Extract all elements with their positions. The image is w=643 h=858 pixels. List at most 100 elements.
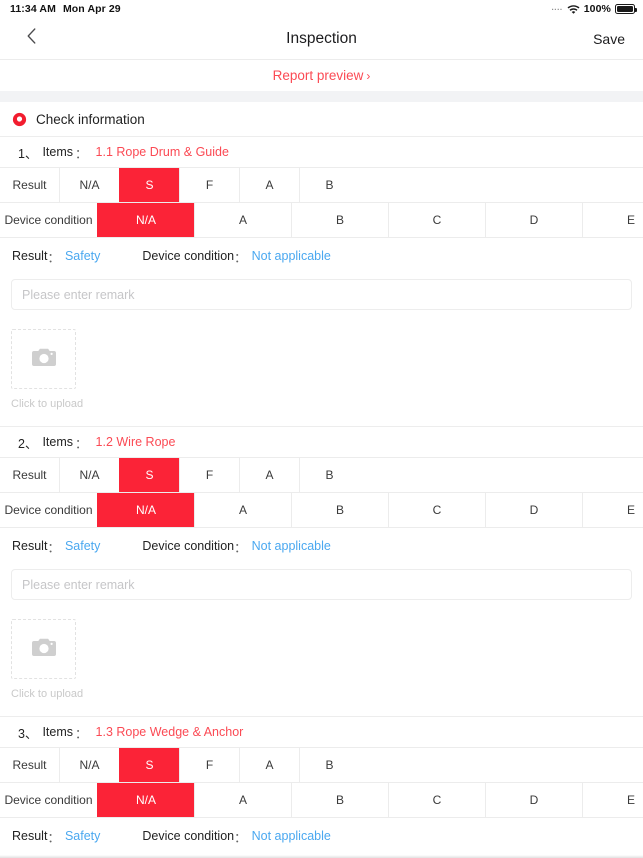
- upload-button[interactable]: [11, 329, 76, 389]
- upload-container: Click to upload: [0, 600, 643, 700]
- summary-colon-2: ：: [234, 540, 247, 555]
- device-option-b[interactable]: B: [291, 203, 388, 237]
- result-option-na[interactable]: N/A: [59, 748, 119, 782]
- device-option-c[interactable]: C: [388, 493, 485, 527]
- device-option-na[interactable]: N/A: [97, 783, 194, 817]
- summary-colon-2: ：: [234, 830, 247, 845]
- result-option-b[interactable]: B: [299, 748, 359, 782]
- device-option-d[interactable]: D: [485, 203, 582, 237]
- item-header: 3、 Items ： 1.3 Rope Wedge & Anchor: [0, 717, 643, 747]
- device-option-e[interactable]: E: [582, 493, 643, 527]
- item-bottom-spacer: [0, 410, 643, 426]
- item-name: 1.3 Rope Wedge & Anchor: [95, 725, 244, 739]
- summary-result-value: Safety: [64, 249, 101, 263]
- item-colon: ：: [75, 146, 88, 161]
- result-option-s[interactable]: S: [119, 748, 179, 782]
- chevron-right-icon: ›: [366, 69, 371, 83]
- result-option-b[interactable]: B: [299, 168, 359, 202]
- item-items-label: Items: [42, 725, 74, 739]
- report-preview-link[interactable]: Report preview ›: [273, 68, 371, 83]
- result-option-row: Result N/A S F A B: [0, 457, 643, 493]
- item-items-label: Items: [42, 145, 74, 159]
- result-option-b[interactable]: B: [299, 458, 359, 492]
- device-option-c[interactable]: C: [388, 783, 485, 817]
- summary-colon-1: ：: [47, 830, 60, 845]
- summary-device-label: Device condition: [142, 829, 235, 843]
- remark-container: Please enter remark: [0, 564, 643, 600]
- summary-device-value: Not applicable: [251, 539, 331, 553]
- summary-device-value: Not applicable: [251, 829, 331, 843]
- device-option-a[interactable]: A: [194, 203, 291, 237]
- summary-result-value: Safety: [64, 829, 101, 843]
- item-number: 2、: [18, 436, 38, 451]
- back-button[interactable]: [18, 26, 44, 52]
- item-name: 1.1 Rope Drum & Guide: [95, 145, 229, 159]
- summary-colon-1: ：: [47, 540, 60, 555]
- upload-button[interactable]: [11, 619, 76, 679]
- result-option-a[interactable]: A: [239, 168, 299, 202]
- result-option-s[interactable]: S: [119, 168, 179, 202]
- summary-result-label: Result: [12, 539, 48, 553]
- result-option-f[interactable]: F: [179, 458, 239, 492]
- result-option-na[interactable]: N/A: [59, 168, 119, 202]
- device-option-b[interactable]: B: [291, 493, 388, 527]
- device-condition-option-row: Device condition N/A A B C D E: [0, 203, 643, 238]
- chevron-left-icon: [27, 28, 36, 49]
- device-option-a[interactable]: A: [194, 783, 291, 817]
- item-bottom-spacer: [0, 700, 643, 716]
- item-colon: ：: [75, 726, 88, 741]
- check-information-header: Check information: [0, 102, 643, 136]
- result-option-na[interactable]: N/A: [59, 458, 119, 492]
- result-option-f[interactable]: F: [179, 748, 239, 782]
- summary-colon-2: ：: [234, 250, 247, 265]
- section-divider-band: [0, 91, 643, 102]
- item-summary: Result： Safety Device condition： Not appli…: [0, 238, 643, 274]
- upload-caption: Click to upload: [11, 688, 84, 700]
- result-option-s[interactable]: S: [119, 458, 179, 492]
- status-date: Mon Apr 29: [62, 3, 121, 15]
- result-row-label: Result: [0, 458, 59, 492]
- check-information-icon: [12, 112, 27, 127]
- result-row-label: Result: [0, 748, 59, 782]
- camera-icon: [31, 346, 57, 373]
- device-option-e[interactable]: E: [582, 783, 643, 817]
- inspection-item-2: 2、 Items ： 1.2 Wire Rope Result N/A S F …: [0, 426, 643, 716]
- navigation-bar: Inspection Save: [0, 18, 643, 60]
- result-option-a[interactable]: A: [239, 748, 299, 782]
- device-option-na[interactable]: N/A: [97, 493, 194, 527]
- device-option-na[interactable]: N/A: [97, 203, 194, 237]
- remark-input[interactable]: Please enter remark: [11, 279, 632, 310]
- remark-input[interactable]: Please enter remark: [11, 569, 632, 600]
- device-option-d[interactable]: D: [485, 493, 582, 527]
- device-option-b[interactable]: B: [291, 783, 388, 817]
- summary-colon-1: ：: [47, 250, 60, 265]
- item-summary: Result： Safety Device condition： Not appli…: [0, 818, 643, 854]
- device-option-c[interactable]: C: [388, 203, 485, 237]
- summary-device-value: Not applicable: [251, 249, 331, 263]
- save-button[interactable]: Save: [593, 31, 625, 47]
- check-information-title: Check information: [36, 111, 145, 127]
- inspection-scroll-area[interactable]: Check information 1、 Items ： 1.1 Rope Dr…: [0, 102, 643, 858]
- summary-result-label: Result: [12, 249, 48, 263]
- status-bar: 11:34 AM Mon Apr 29 .... 100%: [0, 0, 643, 18]
- remark-container: Please enter remark: [0, 274, 643, 310]
- item-header: 1、 Items ： 1.1 Rope Drum & Guide: [0, 137, 643, 167]
- item-summary: Result： Safety Device condition： Not appli…: [0, 528, 643, 564]
- signal-dots-icon: ....: [551, 2, 563, 12]
- summary-result-value: Safety: [64, 539, 101, 553]
- result-option-a[interactable]: A: [239, 458, 299, 492]
- device-row-label: Device condition: [0, 783, 97, 817]
- device-condition-option-row: Device condition N/A A B C D E: [0, 493, 643, 528]
- result-option-row: Result N/A S F A B: [0, 167, 643, 203]
- summary-device-label: Device condition: [142, 249, 235, 263]
- result-option-f[interactable]: F: [179, 168, 239, 202]
- device-option-a[interactable]: A: [194, 493, 291, 527]
- report-preview-label: Report preview: [272, 68, 364, 83]
- app-screen: 11:34 AM Mon Apr 29 .... 100% Inspection…: [0, 0, 643, 858]
- device-option-e[interactable]: E: [582, 203, 643, 237]
- inspection-item-1: 1、 Items ： 1.1 Rope Drum & Guide Result …: [0, 136, 643, 426]
- device-option-d[interactable]: D: [485, 783, 582, 817]
- battery-percent: 100%: [583, 3, 611, 15]
- item-header: 2、 Items ： 1.2 Wire Rope: [0, 427, 643, 457]
- device-row-label: Device condition: [0, 203, 97, 237]
